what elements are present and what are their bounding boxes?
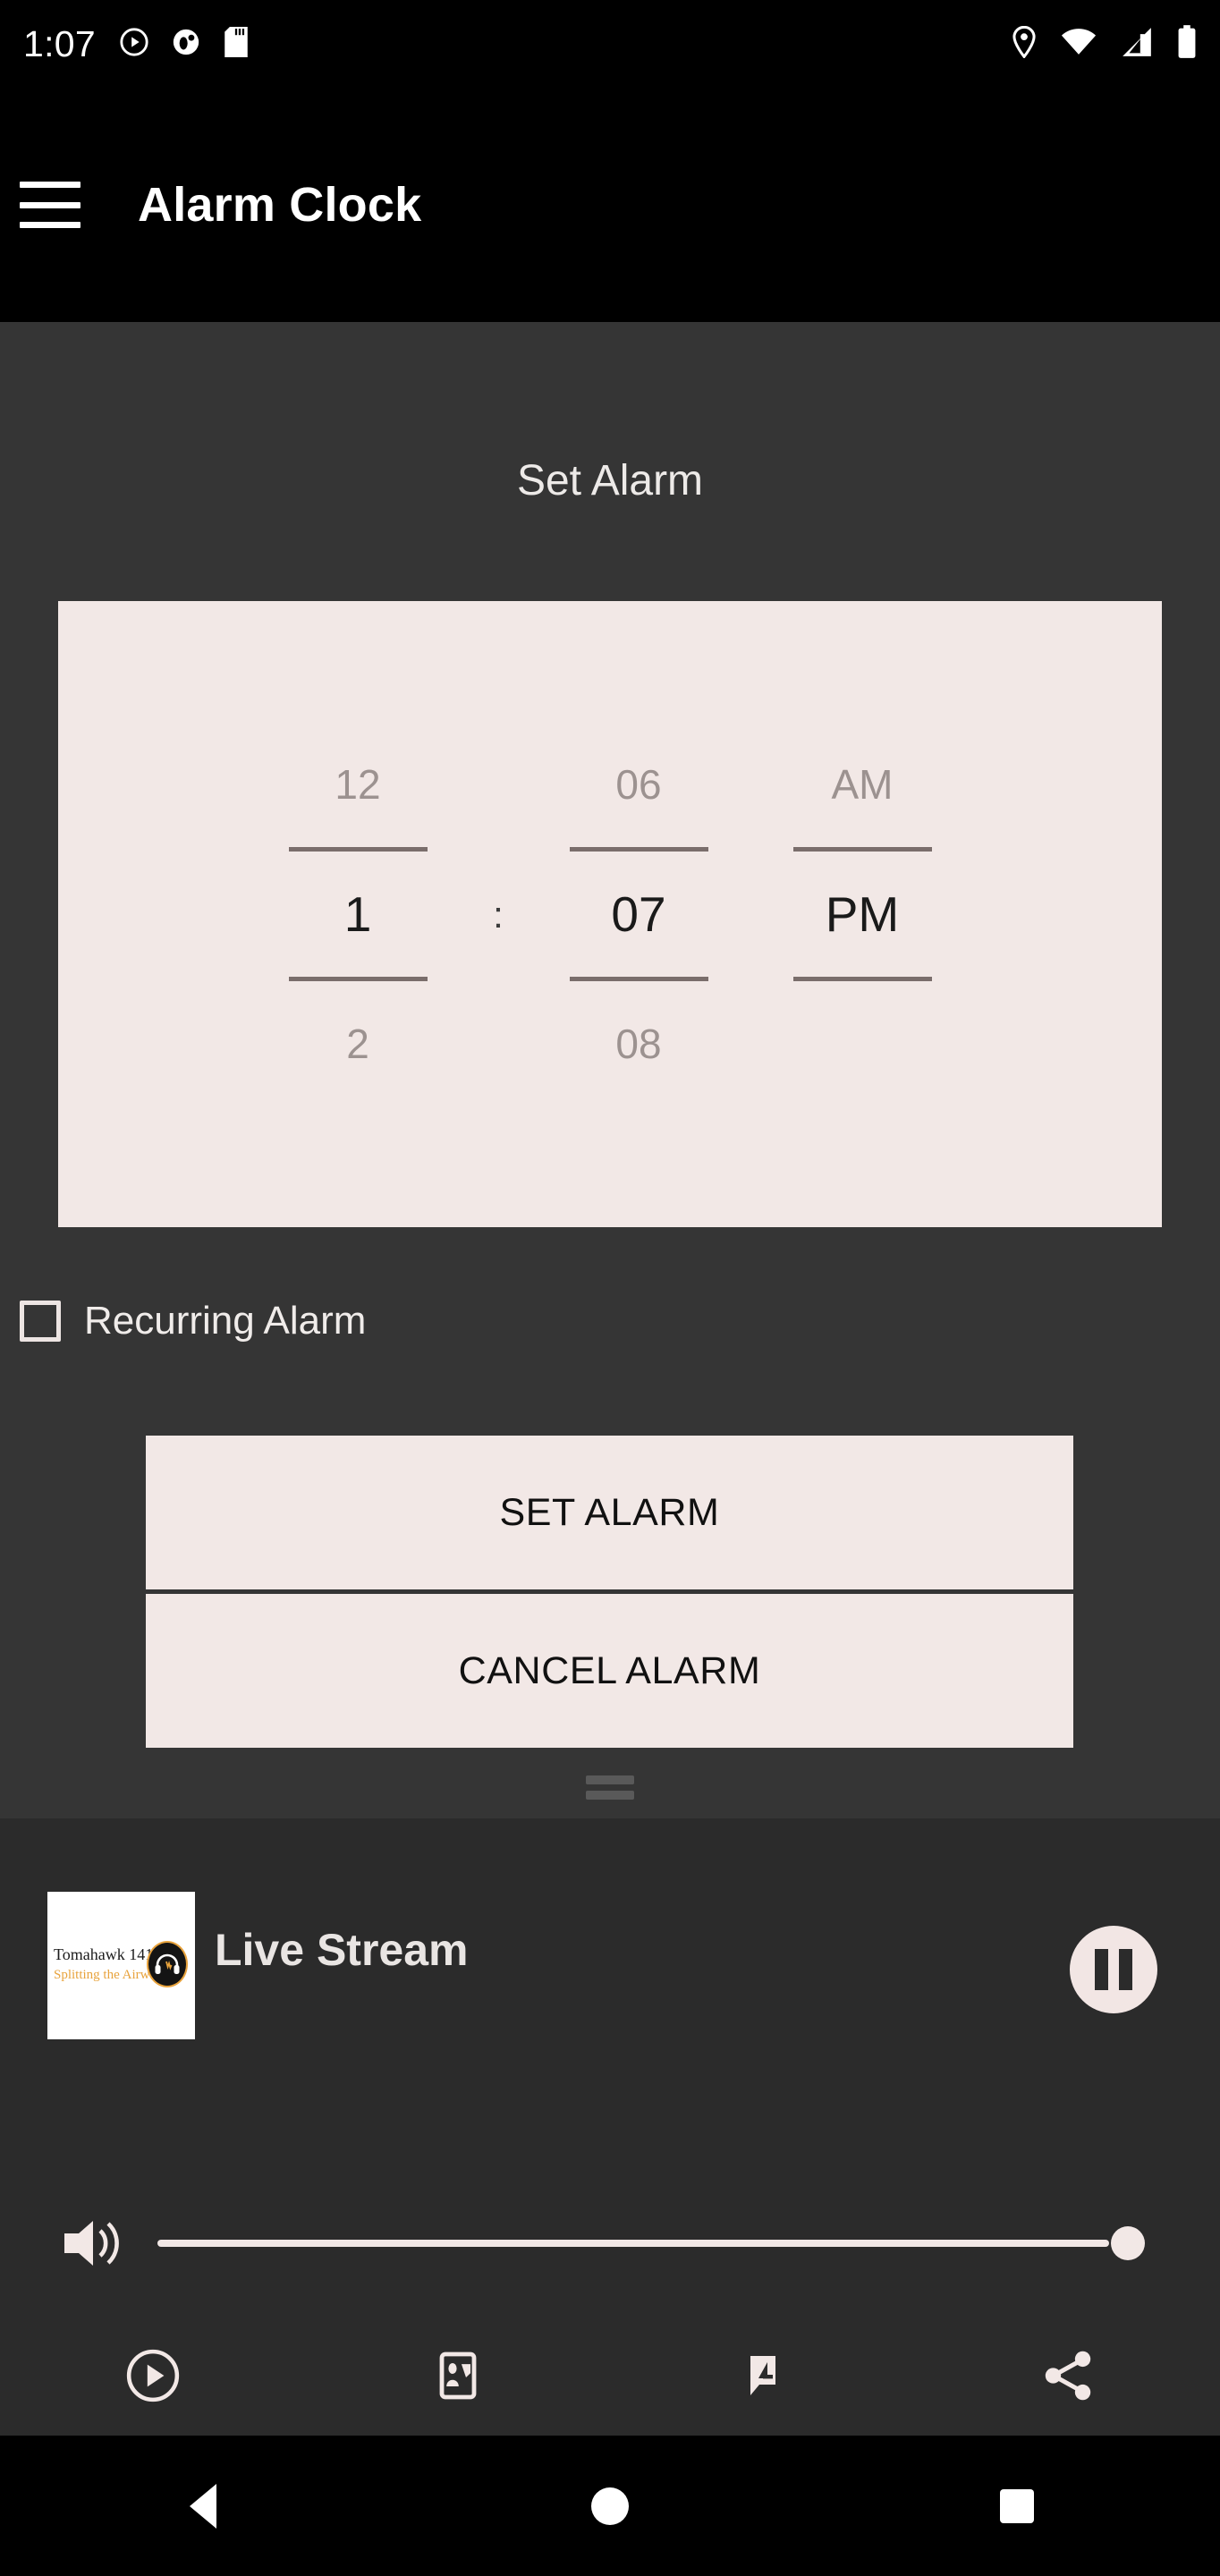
cell-signal-icon (1120, 27, 1154, 61)
page-title: Alarm Clock (138, 178, 422, 232)
recurring-alarm-checkbox[interactable] (20, 1301, 61, 1342)
bottom-sheet-drag-handle[interactable] (0, 1775, 1220, 1800)
contact-card-icon[interactable] (305, 2349, 610, 2402)
pause-icon-bar-right (1119, 1949, 1132, 1990)
volume-slider[interactable] (157, 2216, 1168, 2270)
status-bar-system-icons (1011, 24, 1197, 64)
play-circle-icon (119, 27, 149, 62)
location-pin-icon (1011, 25, 1038, 63)
volume-up-icon[interactable] (55, 2216, 123, 2271)
meridiem-divider-top (792, 847, 932, 852)
time-separator: : (493, 894, 504, 936)
android-navigation-bar (0, 2436, 1220, 2576)
main-content: Set Alarm 12 1 2 : 06 07 08 AM PM Recurr… (0, 322, 1220, 1818)
battery-icon (1177, 24, 1197, 64)
set-alarm-button[interactable]: SET ALARM (146, 1436, 1073, 1589)
hour-divider-bottom (288, 977, 428, 981)
player-actions-row (0, 2315, 1220, 2436)
hour-next-value[interactable]: 2 (346, 1001, 369, 1087)
hamburger-menu-icon[interactable] (20, 182, 84, 228)
time-picker-separator-column: : (470, 762, 527, 1066)
cancel-alarm-button[interactable]: CANCEL ALARM (146, 1594, 1073, 1748)
feedback-message-icon[interactable] (610, 2349, 915, 2402)
back-triangle-icon[interactable] (0, 2483, 407, 2529)
home-circle-icon[interactable] (407, 2487, 814, 2525)
status-bar: 1:07 (0, 0, 1220, 88)
volume-slider-track (157, 2240, 1109, 2247)
time-picker[interactable]: 12 1 2 : 06 07 08 AM PM (58, 601, 1162, 1227)
status-bar-clock: 1:07 (23, 22, 96, 64)
meridiem-divider-bottom (792, 977, 932, 981)
volume-slider-thumb[interactable] (1111, 2226, 1145, 2260)
time-picker-minute-column[interactable]: 06 07 08 (527, 741, 750, 1087)
minute-selected-value[interactable]: 07 (611, 871, 665, 957)
track-title: Live Stream (215, 1925, 469, 1975)
app-notification-icon (171, 27, 201, 62)
meridiem-previous-value[interactable]: AM (832, 741, 894, 827)
pause-icon-bar-left (1095, 1949, 1108, 1990)
hour-divider-top (288, 847, 428, 852)
minute-next-value[interactable]: 08 (615, 1001, 661, 1087)
minute-divider-top (569, 847, 708, 852)
share-icon[interactable] (915, 2348, 1220, 2403)
album-art: Tomahawk 141 Splitting the Airwaves (47, 1892, 195, 2039)
hour-previous-value[interactable]: 12 (335, 741, 380, 827)
sd-card-icon (223, 26, 250, 62)
recurring-alarm-label: Recurring Alarm (84, 1299, 367, 1343)
player-now-playing-row: Tomahawk 141 Splitting the Airwaves Live… (0, 1818, 1220, 2087)
album-art-station-name: Tomahawk 141 (54, 1945, 154, 1963)
status-bar-notification-icons (119, 26, 250, 62)
time-picker-meridiem-column[interactable]: AM PM (750, 741, 974, 1087)
app-bar: Alarm Clock (0, 88, 1220, 322)
minute-divider-bottom (569, 977, 708, 981)
hour-selected-value[interactable]: 1 (344, 871, 372, 957)
time-picker-hour-column[interactable]: 12 1 2 (246, 741, 470, 1087)
volume-row (0, 2190, 1220, 2297)
phone-screen: 1: 07 Alarm Clock Set Alarm 12 1 2: 06 0… (0, 0, 1220, 2576)
recents-square-icon[interactable] (813, 2488, 1220, 2523)
recurring-alarm-row[interactable]: Recurring Alarm (20, 1299, 366, 1343)
pause-button[interactable] (1070, 1926, 1157, 2013)
media-player-panel: Tomahawk 141 Splitting the Airwaves Live… (0, 1818, 1220, 2436)
meridiem-selected-value[interactable]: PM (826, 871, 900, 957)
headphones-icon (147, 1941, 188, 1987)
wifi-icon (1061, 28, 1097, 61)
minute-previous-value[interactable]: 06 (615, 741, 661, 827)
play-circle-icon[interactable] (0, 2348, 305, 2403)
set-alarm-heading: Set Alarm (516, 457, 704, 504)
